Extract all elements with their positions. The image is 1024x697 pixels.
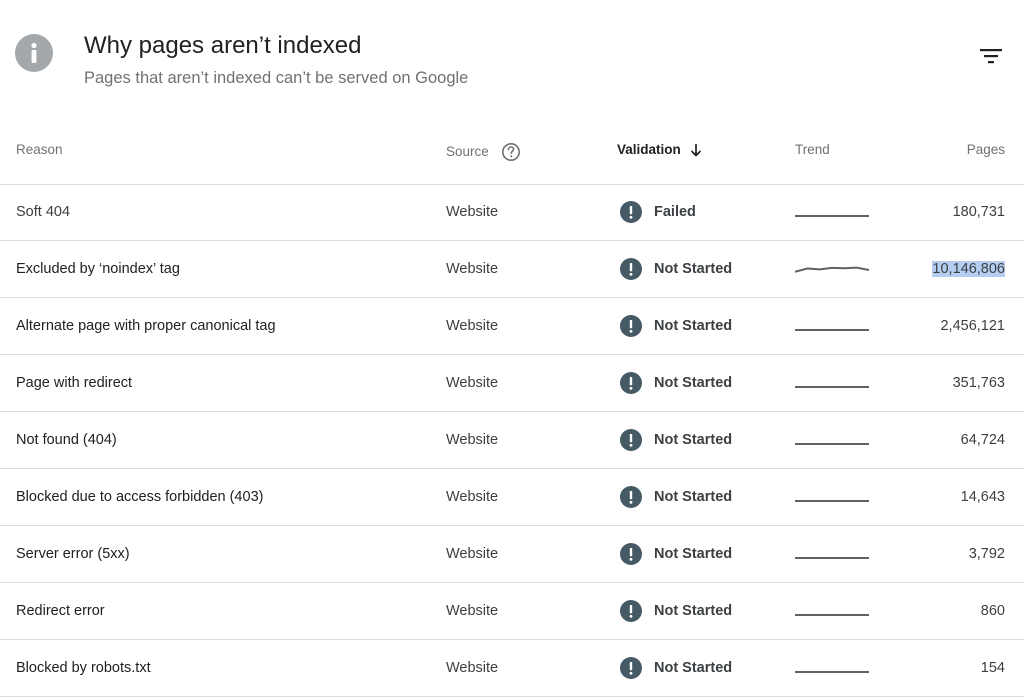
pages-cell: 351,763 <box>953 355 1005 411</box>
page-subtitle: Pages that aren’t indexed can’t be serve… <box>84 69 469 87</box>
validation-status: Failed <box>654 204 696 220</box>
info-icon <box>15 34 53 72</box>
pages-count: 180,731 <box>952 204 1005 220</box>
trend-sparkline <box>795 241 869 297</box>
pages-cell: 3,792 <box>969 526 1005 582</box>
exclamation-circle-icon <box>620 315 642 337</box>
page-title: Why pages aren’t indexed <box>84 32 362 59</box>
pages-cell: 2,456,121 <box>940 298 1005 354</box>
pages-count: 14,643 <box>960 489 1005 505</box>
arrow-down-icon[interactable] <box>689 142 703 158</box>
filter-icon[interactable] <box>978 46 1004 66</box>
source-cell: Website <box>446 546 499 562</box>
pages-count: 154 <box>980 660 1005 676</box>
validation-cell: Not Started <box>620 355 732 411</box>
validation-cell: Not Started <box>620 241 732 297</box>
validation-cell: Not Started <box>620 412 732 468</box>
table-header: Reason Source Validation Trend Pages <box>0 128 1024 185</box>
source-cell: Website <box>446 261 499 277</box>
pages-count: 351,763 <box>952 375 1005 391</box>
trend-sparkline <box>795 412 869 468</box>
pages-cell: 10,146,806 <box>932 241 1005 297</box>
validation-cell: Not Started <box>620 526 732 582</box>
column-header-source-label: Source <box>446 144 489 159</box>
validation-status: Not Started <box>654 489 733 505</box>
table-row[interactable]: Alternate page with proper canonical tag… <box>0 298 1024 355</box>
reason-cell: Alternate page with proper canonical tag <box>16 318 276 334</box>
validation-status: Not Started <box>654 261 733 277</box>
column-header-reason[interactable]: Reason <box>16 142 63 158</box>
source-cell: Website <box>446 489 499 505</box>
source-cell: Website <box>446 375 499 391</box>
pages-cell: 860 <box>981 583 1005 639</box>
pages-count: 10,146,806 <box>932 261 1005 277</box>
trend-sparkline <box>795 355 869 411</box>
pages-count: 2,456,121 <box>940 318 1005 334</box>
exclamation-circle-icon <box>620 657 642 679</box>
source-cell: Website <box>446 204 499 220</box>
reason-cell: Server error (5xx) <box>16 546 130 562</box>
trend-sparkline <box>795 583 869 639</box>
column-header-trend: Trend <box>795 142 830 157</box>
column-header-validation-label: Validation <box>617 142 681 157</box>
validation-cell: Not Started <box>620 298 732 354</box>
exclamation-circle-icon <box>620 600 642 622</box>
pages-count: 860 <box>980 603 1005 619</box>
reason-cell: Blocked due to access forbidden (403) <box>16 489 264 505</box>
validation-status: Not Started <box>654 318 733 334</box>
validation-cell: Not Started <box>620 583 732 639</box>
validation-cell: Failed <box>620 184 696 240</box>
exclamation-circle-icon <box>620 372 642 394</box>
trend-sparkline <box>795 526 869 582</box>
card-header: Why pages aren’t indexed Pages that aren… <box>0 0 1024 120</box>
pages-cell: 64,724 <box>961 412 1005 468</box>
pages-cell: 14,643 <box>961 469 1005 525</box>
reason-cell: Soft 404 <box>16 204 71 220</box>
table-row[interactable]: Blocked by robots.txt Website Not Started 1… <box>0 640 1024 697</box>
table-body: Soft 404 Website Failed 180,731 Excluded by … <box>0 184 1024 697</box>
table-row[interactable]: Blocked due to access forbidden (403) Web… <box>0 469 1024 526</box>
validation-cell: Not Started <box>620 469 732 525</box>
reason-cell: Not found (404) <box>16 432 117 448</box>
source-cell: Website <box>446 318 499 334</box>
column-header-source[interactable]: Source <box>446 142 521 162</box>
pages-count: 64,724 <box>960 432 1005 448</box>
trend-sparkline <box>795 298 869 354</box>
table-row[interactable]: Server error (5xx) Website Not Started 3,79… <box>0 526 1024 583</box>
reason-cell: Excluded by ‘noindex’ tag <box>16 261 180 277</box>
trend-sparkline <box>795 469 869 525</box>
source-cell: Website <box>446 603 499 619</box>
exclamation-circle-icon <box>620 486 642 508</box>
source-cell: Website <box>446 432 499 448</box>
validation-status: Not Started <box>654 603 733 619</box>
pages-count: 3,792 <box>968 546 1005 562</box>
pages-cell: 180,731 <box>953 184 1005 240</box>
validation-status: Not Started <box>654 546 733 562</box>
exclamation-circle-icon <box>620 429 642 451</box>
table-row[interactable]: Not found (404) Website Not Started 64,724 <box>0 412 1024 469</box>
column-header-pages[interactable]: Pages <box>967 142 1005 158</box>
reason-cell: Redirect error <box>16 603 105 619</box>
table-row[interactable]: Page with redirect Website Not Started 351,… <box>0 355 1024 412</box>
trend-sparkline <box>795 184 869 240</box>
table-row[interactable]: Excluded by ‘noindex’ tag Website Not Star… <box>0 241 1024 298</box>
column-header-validation[interactable]: Validation <box>617 142 703 158</box>
help-circle-icon[interactable] <box>501 142 521 162</box>
validation-status: Not Started <box>654 375 733 391</box>
table-row[interactable]: Redirect error Website Not Started 860 <box>0 583 1024 640</box>
reason-cell: Page with redirect <box>16 375 133 391</box>
exclamation-circle-icon <box>620 201 642 223</box>
exclamation-circle-icon <box>620 258 642 280</box>
table-row[interactable]: Soft 404 Website Failed 180,731 <box>0 184 1024 241</box>
validation-status: Not Started <box>654 432 733 448</box>
exclamation-circle-icon <box>620 543 642 565</box>
